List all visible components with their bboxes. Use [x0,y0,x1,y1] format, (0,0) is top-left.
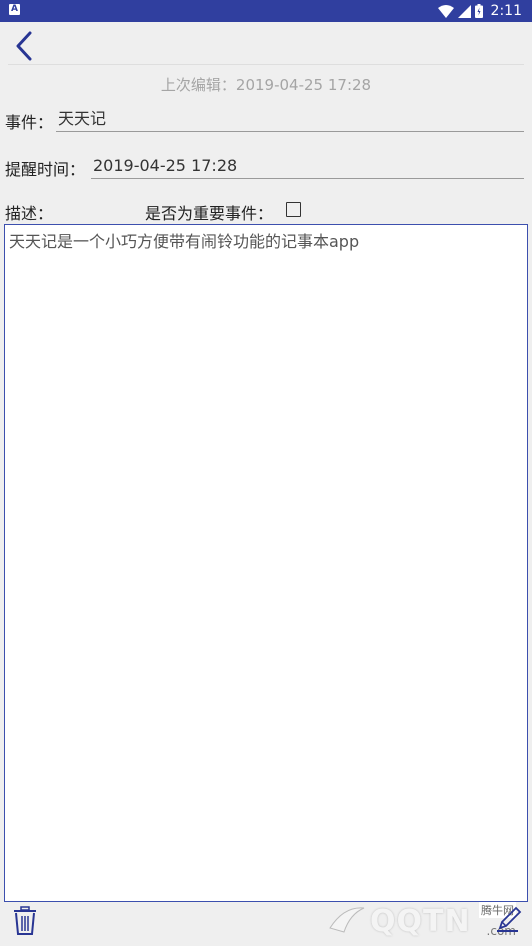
back-arrow-icon [16,31,32,61]
battery-icon [474,4,483,18]
watermark-text: QQTN [370,904,471,939]
back-button[interactable] [8,28,42,64]
important-event-label: 是否为重要事件： [145,204,274,223]
status-time: 2:11 [490,3,522,19]
status-bar: A 2:11 [0,0,532,22]
cell-signal-icon [457,4,471,18]
trash-icon [14,906,36,935]
description-label: 描述： [5,204,54,223]
last-edit-info: 上次编辑：2019-04-25 17:28 [0,74,532,95]
remind-time-input[interactable]: 2019-04-25 17:28 [91,153,524,179]
last-edit-label: 上次编辑： [160,76,236,94]
edit-button[interactable] [494,904,522,934]
watermark-mark-icon [329,907,365,933]
important-event-checkbox[interactable] [286,202,301,217]
remind-time-label: 提醒时间： [5,160,86,179]
event-input[interactable]: 天天记 [56,106,524,132]
event-label: 事件： [5,113,54,132]
status-icons: 2:11 [437,2,522,20]
wifi-icon [437,4,454,18]
notification-icon: A [9,4,20,15]
delete-button[interactable] [13,906,37,936]
header-divider [8,64,524,65]
last-edit-value: 2019-04-25 17:28 [235,76,372,94]
edit-icon [497,906,522,932]
description-textarea[interactable]: 天天记是一个小巧方便带有闹铃功能的记事本app [4,224,528,902]
